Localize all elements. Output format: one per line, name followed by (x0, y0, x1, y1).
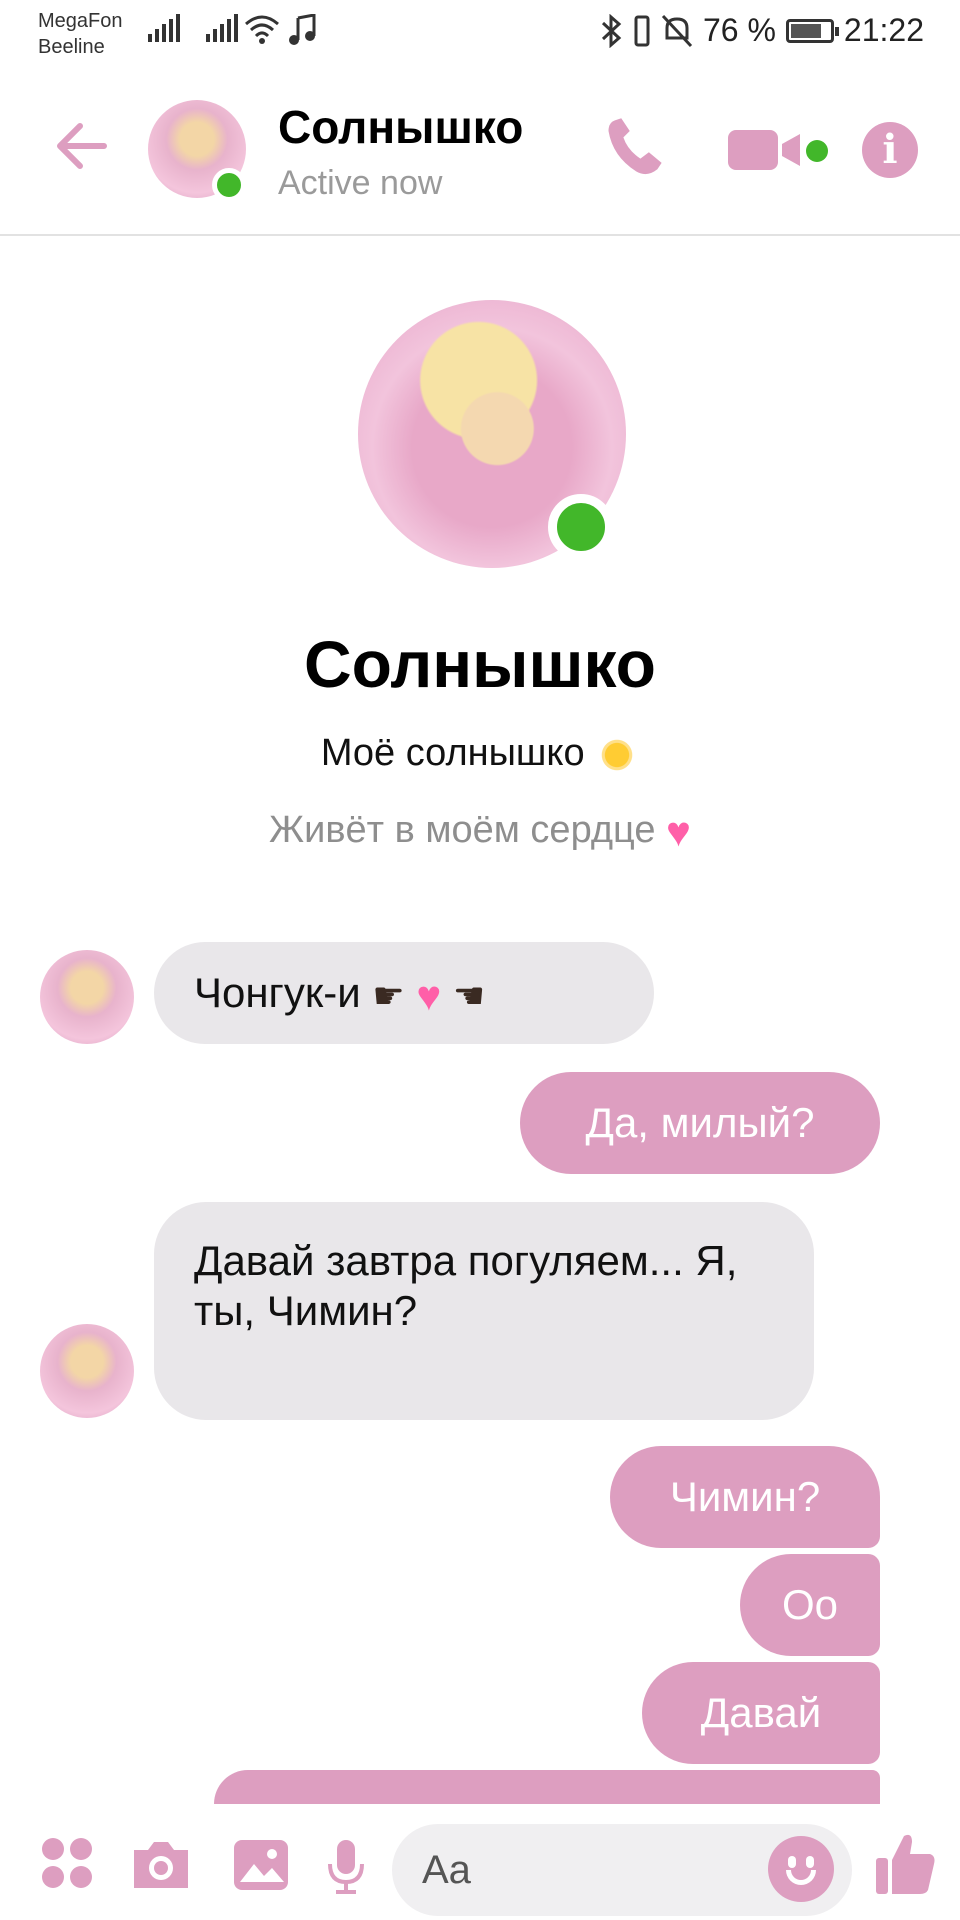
carrier-names: MegaFon Beeline (38, 8, 123, 60)
video-online-dot (806, 140, 828, 162)
vibrate-icon (634, 15, 650, 46)
message-input-placeholder: Aa (422, 1848, 471, 1892)
apps-icon[interactable] (42, 1838, 92, 1888)
signal-2-icon (206, 14, 238, 42)
like-icon[interactable] (874, 1830, 938, 1896)
sun-emoji-icon (595, 732, 640, 777)
battery-percent: 76 % (702, 12, 776, 48)
music-icon (289, 14, 316, 45)
bluetooth-icon (601, 13, 622, 48)
profile-subtitle-text: Моё солнышко (320, 732, 585, 774)
message-outgoing[interactable]: Оо (740, 1554, 880, 1656)
phone-icon[interactable] (600, 114, 668, 182)
mute-icon (661, 14, 693, 47)
contact-name[interactable]: Солнышко (278, 100, 523, 154)
sender-avatar[interactable] (40, 1324, 134, 1418)
battery-icon (785, 18, 839, 43)
profile-subtitle: Моё солнышко (0, 732, 960, 777)
status-right: 76 % 21:22 (599, 12, 924, 49)
message-incoming[interactable]: Давай завтра погуляем... Я, ты, Чимин? (154, 1202, 814, 1420)
message-outgoing[interactable]: Да, милый? (520, 1072, 880, 1174)
carrier-2: Beeline (38, 36, 105, 58)
profile-name: Солнышко (304, 627, 656, 701)
image-icon[interactable] (232, 1838, 290, 1892)
message-text: Чонгук-и (194, 969, 361, 1016)
camera-icon[interactable] (130, 1838, 192, 1892)
contact-status: Active now (278, 164, 443, 202)
message-outgoing[interactable]: Чимин? (610, 1446, 880, 1548)
back-arrow-icon[interactable] (50, 114, 114, 178)
message-composer: Aa (0, 1804, 960, 1920)
pointing-left-emoji-icon: ☚ (452, 974, 486, 1016)
profile-online-indicator (548, 494, 614, 560)
message-incoming[interactable]: Чонгук-и ☛ ♥ ☚ (154, 942, 654, 1044)
profile-bio-text: Живёт в моём сердце (269, 809, 656, 852)
conversation-header: Солнышко Active now i (0, 64, 960, 236)
info-icon[interactable]: i (862, 122, 918, 178)
message-outgoing-partial[interactable] (214, 1770, 880, 1804)
online-indicator (212, 168, 246, 202)
sparkling-heart-emoji-icon: ♥ (416, 971, 442, 1019)
message-outgoing[interactable]: Давай (642, 1662, 880, 1764)
clock: 21:22 (843, 12, 924, 48)
profile-bio: Живёт в моём сердце ♥ (0, 808, 960, 856)
emoji-icon[interactable] (768, 1836, 834, 1902)
sparkling-heart-emoji-icon: ♥ (666, 808, 691, 855)
wifi-icon (245, 15, 279, 44)
carrier-1: MegaFon (38, 10, 123, 32)
video-icon[interactable] (728, 126, 806, 174)
mic-icon[interactable] (326, 1838, 366, 1896)
sender-avatar[interactable] (40, 950, 134, 1044)
pointing-right-emoji-icon: ☛ (372, 974, 405, 1016)
signal-1-icon (148, 14, 180, 42)
status-bar: MegaFon Beeline 76 % 21:22 (0, 0, 960, 64)
message-input[interactable]: Aa (392, 1824, 852, 1916)
